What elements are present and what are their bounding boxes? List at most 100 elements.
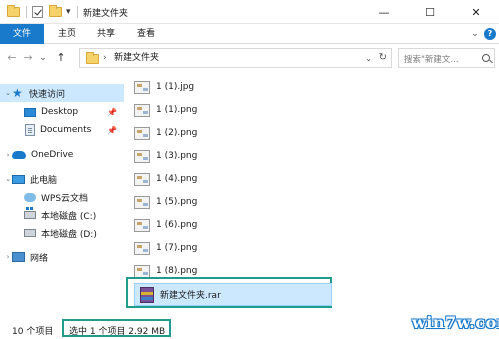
watermark-logo: win7w.com <box>412 313 499 332</box>
documents-icon <box>25 124 35 136</box>
help-button[interactable]: ? <box>484 27 496 41</box>
image-thumbnail-icon <box>134 172 150 186</box>
file-name: 1 (5).png <box>156 197 198 207</box>
expand-chevron-icon[interactable]: › <box>4 151 12 159</box>
new-folder-icon[interactable] <box>49 4 62 20</box>
network-icon <box>12 252 25 262</box>
image-thumbnail-icon <box>134 218 150 232</box>
file-name: 1 (1).png <box>156 105 198 115</box>
search-input[interactable]: 搜索"新建文... <box>398 48 495 68</box>
file-name: 1 (4).png <box>156 174 198 184</box>
nav-network[interactable]: › 网络 <box>0 248 124 266</box>
window-title: 新建文件夹 <box>83 9 129 19</box>
desktop-icon <box>24 107 36 117</box>
file-name: 1 (3).png <box>156 151 198 161</box>
expanded-chevron-icon[interactable]: ⌄ <box>4 89 12 97</box>
file-item[interactable]: 1 (5).png <box>134 193 197 211</box>
file-item[interactable]: 1 (3).png <box>134 147 197 165</box>
selected-file-item[interactable]: 新建文件夹.rar <box>134 283 332 306</box>
ribbon-expand-icon[interactable]: ⌄ <box>470 27 480 41</box>
file-name: 1 (1).jpg <box>156 82 195 92</box>
address-bar[interactable]: › 新建文件夹 ⌄ ↻ <box>79 48 392 68</box>
file-item[interactable]: 1 (4).png <box>134 170 197 188</box>
search-placeholder: 搜索"新建文... <box>404 55 459 65</box>
star-icon: ★ <box>12 86 23 100</box>
tab-share[interactable]: 共享 <box>89 24 123 44</box>
image-thumbnail-icon <box>134 149 150 163</box>
nav-label: WPS云文档 <box>41 193 89 204</box>
image-thumbnail-icon <box>134 264 150 278</box>
nav-quick-access[interactable]: ⌄ ★ 快速访问 <box>0 84 124 102</box>
nav-label: Documents <box>40 125 92 135</box>
nav-onedrive[interactable]: › OneDrive <box>0 146 124 164</box>
image-thumbnail-icon <box>134 126 150 140</box>
item-count: 10 个项目 <box>12 327 54 337</box>
nav-label: OneDrive <box>31 150 74 160</box>
file-name: 1 (2).png <box>156 128 198 138</box>
nav-documents[interactable]: Documents 📌 <box>12 121 124 139</box>
refresh-icon[interactable]: ↻ <box>379 51 387 65</box>
file-name: 1 (6).png <box>156 220 198 230</box>
selection-info: 选中 1 个项目 2.92 MB <box>69 327 166 337</box>
nav-label: Desktop <box>41 107 79 117</box>
onedrive-cloud-icon <box>12 151 26 159</box>
file-item[interactable]: 1 (1).png <box>134 101 197 119</box>
file-item[interactable]: 1 (2).png <box>134 124 197 142</box>
wps-cloud-icon <box>24 192 36 202</box>
navigation-pane: ⌄ ★ 快速访问 Desktop 📌 Documents 📌 › OneDriv… <box>0 76 124 318</box>
tab-view[interactable]: 查看 <box>129 24 163 44</box>
forward-button[interactable]: → <box>22 51 34 65</box>
selection-info-highlight: 选中 1 个项目 2.92 MB <box>62 319 171 337</box>
title-separator <box>77 4 78 20</box>
image-thumbnail-icon <box>134 80 150 94</box>
file-name: 1 (8).png <box>156 266 198 276</box>
image-thumbnail-icon <box>134 103 150 117</box>
breadcrumb-chevron-icon[interactable]: › <box>103 51 107 65</box>
properties-check-icon[interactable] <box>32 4 43 20</box>
expand-chevron-icon[interactable]: › <box>4 253 12 261</box>
back-button[interactable]: ← <box>6 51 18 65</box>
minimize-button[interactable]: — <box>361 0 407 24</box>
file-name: 1 (7).png <box>156 243 198 253</box>
selected-file-highlight: 新建文件夹.rar <box>126 277 332 308</box>
recent-locations-button[interactable]: ⌄ <box>38 51 48 65</box>
address-dropdown-icon[interactable]: ⌄ <box>365 52 372 65</box>
address-row: ← → ⌄ ↑ › 新建文件夹 ⌄ ↻ 搜索"新建文... <box>0 44 499 72</box>
file-item[interactable]: 1 (6).png <box>134 216 197 234</box>
search-icon[interactable] <box>482 54 490 62</box>
tab-file[interactable]: 文件 <box>0 24 44 44</box>
nav-this-pc[interactable]: ⌄ 此电脑 <box>0 170 124 188</box>
pin-icon: 📌 <box>107 107 117 117</box>
up-button[interactable]: ↑ <box>54 51 68 65</box>
expanded-chevron-icon[interactable]: ⌄ <box>4 175 12 183</box>
nav-drive-d[interactable]: 本地磁盘 (D:) <box>12 224 124 242</box>
drive-icon <box>24 229 36 237</box>
file-list: 1 (1).jpg 1 (1).png 1 (2).png 1 (3).png … <box>124 76 499 318</box>
address-folder-icon <box>86 52 99 67</box>
qa-separator <box>26 4 27 20</box>
file-name: 新建文件夹.rar <box>160 291 221 301</box>
nav-drive-c[interactable]: 本地磁盘 (C:) <box>12 206 124 224</box>
nav-label: 本地磁盘 (D:) <box>41 229 97 240</box>
tab-home[interactable]: 主页 <box>50 24 84 44</box>
rar-archive-icon <box>140 286 154 303</box>
image-thumbnail-icon <box>134 195 150 209</box>
nav-desktop[interactable]: Desktop 📌 <box>12 103 124 121</box>
qa-customize-dropdown-icon[interactable]: ▾ <box>66 4 71 20</box>
nav-label: 此电脑 <box>30 175 58 186</box>
maximize-button[interactable]: ☐ <box>407 0 453 24</box>
window-folder-icon <box>7 4 20 20</box>
nav-wps-cloud[interactable]: WPS云文档 <box>12 188 124 206</box>
file-item[interactable]: 1 (1).jpg <box>134 78 194 96</box>
nav-label: 本地磁盘 (C:) <box>41 211 97 222</box>
image-thumbnail-icon <box>134 241 150 255</box>
help-icon: ? <box>484 28 496 40</box>
file-item[interactable]: 1 (7).png <box>134 239 197 257</box>
close-button[interactable]: ✕ <box>453 0 499 24</box>
nav-label: 快速访问 <box>29 89 66 100</box>
computer-icon <box>12 174 25 184</box>
nav-label: 网络 <box>30 253 49 264</box>
pin-icon: 📌 <box>107 125 117 135</box>
breadcrumb-path[interactable]: 新建文件夹 <box>114 52 159 65</box>
title-bar: ▾ 新建文件夹 — ☐ ✕ <box>0 0 499 24</box>
